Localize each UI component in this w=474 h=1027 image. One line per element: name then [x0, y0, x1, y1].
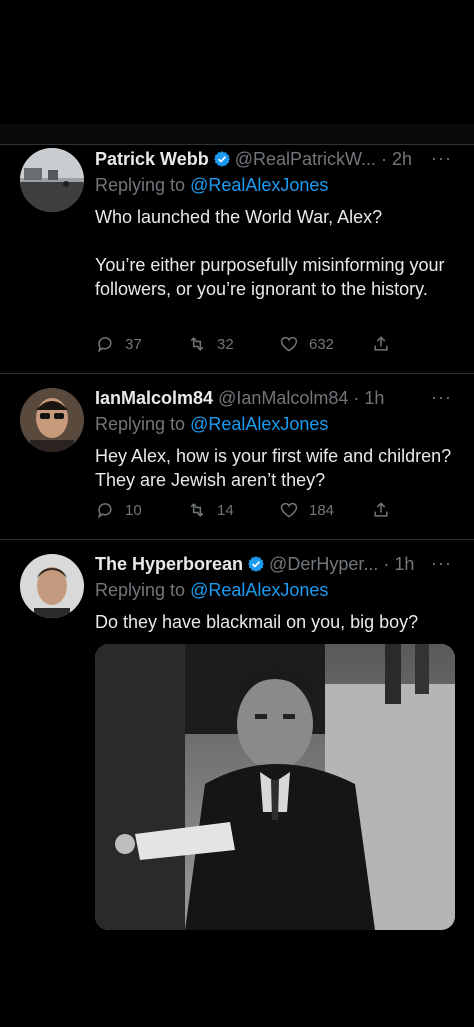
like-count: 632: [309, 335, 335, 353]
replying-to: Replying to @RealAlexJones: [95, 173, 454, 197]
handle[interactable]: @RealPatrickW...: [235, 149, 376, 169]
mention-link[interactable]: @RealAlexJones: [190, 414, 328, 434]
retweet-icon: [190, 503, 204, 517]
replying-to: Replying to @RealAlexJones: [95, 412, 454, 436]
avatar[interactable]: [20, 554, 84, 618]
timestamp[interactable]: · 1h: [353, 388, 384, 408]
handle[interactable]: @DerHyper...: [269, 554, 378, 574]
reply-button[interactable]: 10: [95, 500, 142, 520]
tweet-header: IanMalcolm84 @IanMalcolm84 · 1h: [95, 386, 454, 410]
tweet-body: IanMalcolm84 @IanMalcolm84 · 1h Replying…: [95, 386, 454, 492]
reply-count: 10: [125, 501, 142, 519]
tweet-actions: 37 32 632: [95, 334, 395, 358]
avatar[interactable]: [20, 148, 84, 212]
display-name[interactable]: The Hyperborean: [95, 554, 243, 574]
replying-prefix: Replying to: [95, 414, 186, 434]
avatar[interactable]: [20, 388, 84, 452]
share-button[interactable]: [371, 334, 391, 354]
handle[interactable]: @IanMalcolm84: [218, 388, 348, 408]
tweet-text: Do they have blackmail on you, big boy?: [95, 612, 419, 632]
tweet-media-image[interactable]: [95, 644, 455, 930]
timestamp[interactable]: · 1h: [383, 554, 414, 574]
display-name[interactable]: Patrick Webb: [95, 149, 209, 169]
retweet-count: 14: [217, 501, 234, 519]
like-button[interactable]: 632: [279, 334, 334, 354]
black-and-white-photo-icon: [95, 644, 455, 930]
replying-to: Replying to @RealAlexJones: [95, 578, 454, 602]
avatar-photo-icon: [20, 148, 84, 212]
verified-badge-icon: [213, 151, 230, 167]
like-button[interactable]: 184: [279, 500, 334, 520]
retweet-icon: [190, 337, 204, 351]
display-name[interactable]: IanMalcolm84: [95, 388, 213, 408]
tweet-header: Patrick Webb @RealPatrickW... · 2h: [95, 147, 454, 171]
mention-link[interactable]: @RealAlexJones: [190, 580, 328, 600]
top-bar: [0, 124, 474, 144]
avatar-photo-icon: [20, 554, 84, 618]
tweet-text: Who launched the World War, Alex? You’re…: [95, 207, 445, 299]
share-icon: [374, 336, 388, 351]
replying-prefix: Replying to: [95, 175, 186, 195]
like-count: 184: [309, 501, 335, 519]
reply-icon: [97, 503, 112, 519]
replying-prefix: Replying to: [95, 580, 186, 600]
tweet-body: Patrick Webb @RealPatrickW... · 2h Replyi…: [95, 147, 454, 301]
share-icon: [374, 502, 388, 517]
heart-icon: [280, 502, 298, 518]
more-options-icon[interactable]: ···: [431, 148, 452, 169]
verified-badge-icon: [248, 556, 264, 572]
reply-button[interactable]: 37: [95, 334, 142, 354]
tweet-header: The Hyperborean @DerHyper... · 1h: [95, 552, 454, 576]
reply-icon: [97, 337, 112, 353]
more-options-icon[interactable]: ···: [431, 387, 452, 408]
tweet-body: The Hyperborean @DerHyper... · 1h Replyin…: [95, 552, 454, 634]
divider: [0, 373, 474, 374]
timestamp[interactable]: · 2h: [381, 149, 412, 169]
tweet-actions: 10 14 184: [95, 500, 395, 524]
avatar-photo-icon: [20, 388, 84, 452]
share-button[interactable]: [371, 500, 391, 520]
divider: [0, 144, 474, 145]
divider: [0, 539, 474, 540]
retweet-button[interactable]: 32: [187, 334, 234, 354]
retweet-button[interactable]: 14: [187, 500, 234, 520]
retweet-count: 32: [217, 335, 234, 353]
reply-count: 37: [125, 335, 142, 353]
heart-icon: [280, 336, 298, 352]
more-options-icon[interactable]: ···: [431, 553, 452, 574]
mention-link[interactable]: @RealAlexJones: [190, 175, 328, 195]
tweet-text: Hey Alex, how is your first wife and chi…: [95, 446, 456, 490]
